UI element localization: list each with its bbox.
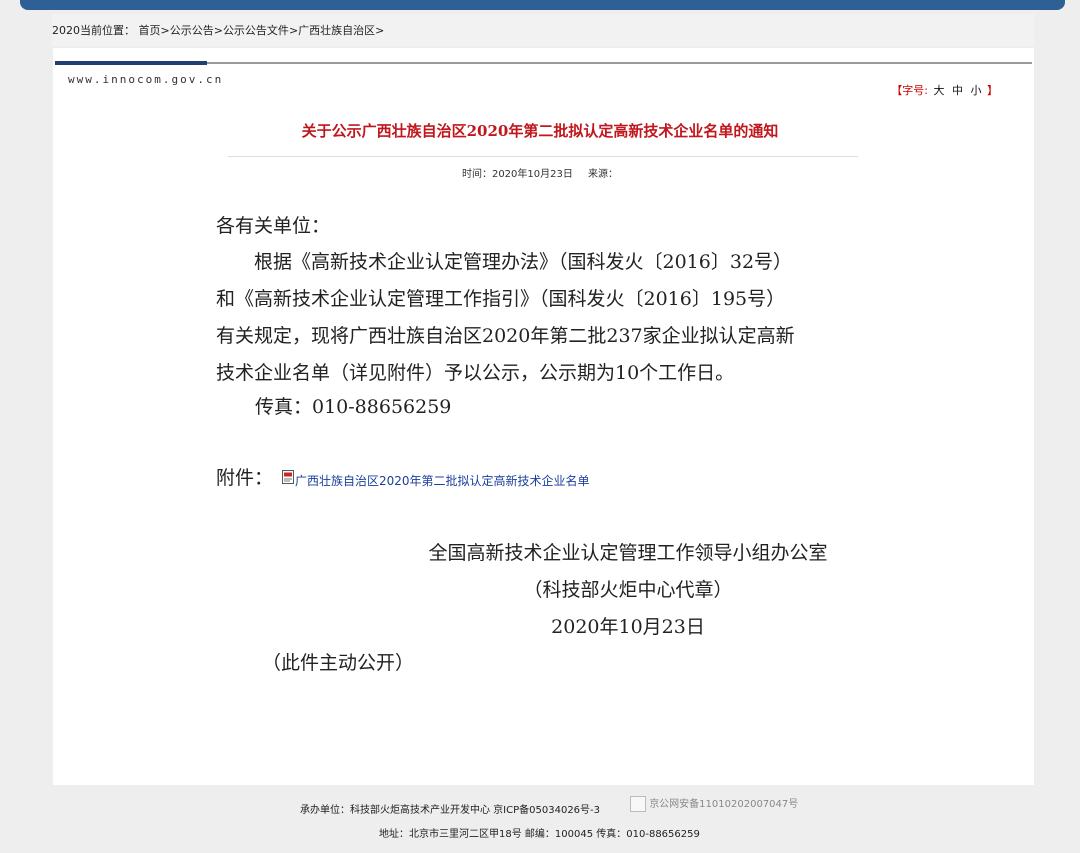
fax-line: 传真：010-88656259 [255,396,452,418]
greeting: 各有关单位： [216,215,331,237]
breadcrumb-home[interactable]: 首页 [139,24,161,37]
header-rule [207,62,1032,64]
signature-org: 全国高新技术企业认定管理工作领导小组办公室 [428,542,828,564]
police-record-badge[interactable]: 京公网安备11010202007047号 [630,795,798,813]
paragraph-line: 和《高新技术企业认定管理工作指引》（国科发火〔2016〕195号） [216,288,786,310]
font-size-small-button[interactable]: 小 [971,84,982,97]
font-size-control: 【字号: 大 中 小 】 [891,82,998,98]
breadcrumb-announcement-files[interactable]: 公示公告文件 [223,24,289,37]
paragraph-line: 根据《高新技术企业认定管理办法》（国科发火〔2016〕32号） [254,251,793,273]
footer-organizer: 承办单位：科技部火炬高技术产业开发中心 京ICP备05034026号-3 [300,805,601,816]
article-title: 关于公示广西壮族自治区2020年第二批拟认定高新技术企业名单的通知 [301,122,779,140]
public-note: （此件主动公开） [262,652,415,674]
attachment-link[interactable]: 广西壮族自治区2020年第二批拟认定高新技术企业名单 [295,472,590,489]
breadcrumb-prefix: 2020当前位置： [52,24,135,37]
police-badge-icon [630,796,646,812]
body-paragraph: 根据《高新技术企业认定管理办法》（国科发火〔2016〕32号） 和《高新技术企业… [216,244,896,392]
publish-time: 时间：2020年10月23日 [461,169,573,180]
font-size-large-button[interactable]: 大 [934,84,945,97]
breadcrumb-guangxi[interactable]: 广西壮族自治区 [298,24,375,37]
breadcrumb-sep: > [288,24,299,37]
police-record-text: 京公网安备11010202007047号 [649,799,799,810]
paragraph-line: 有关规定，现将广西壮族自治区2020年第二批237家企业拟认定高新 [216,325,795,347]
signature-seal: （科技部火炬中心代章） [523,579,733,601]
article-sheet [53,48,1034,785]
footer-address: 地址：北京市三里河二区甲18号 邮编：100045 传真：010-8865625… [379,829,700,840]
top-bar [20,0,1065,10]
font-size-medium-button[interactable]: 中 [952,84,963,97]
article-meta: 时间：2020年10月23日 来源： [0,165,1080,180]
font-size-close: 】 [987,84,998,97]
breadcrumb: 2020当前位置： 首页>公示公告>公示公告文件>广西壮族自治区> [52,22,384,38]
article-source: 来源： [588,169,619,180]
breadcrumb-announcements[interactable]: 公示公告 [170,24,214,37]
breadcrumb-sep: > [213,24,223,37]
site-url: www.innocom.gov.cn [68,73,224,86]
breadcrumb-sep: > [375,24,385,37]
breadcrumb-sep: > [160,24,170,37]
signature-date: 2020年10月23日 [551,616,705,638]
attachment-label: 附件： [216,467,274,489]
paragraph-line: 技术企业名单（详见附件）予以公示，公示期为10个工作日。 [216,362,735,384]
title-divider [228,156,858,157]
pdf-file-icon[interactable] [282,470,294,484]
header-rule-accent [55,61,207,65]
font-size-open: 【字号: [891,84,928,97]
